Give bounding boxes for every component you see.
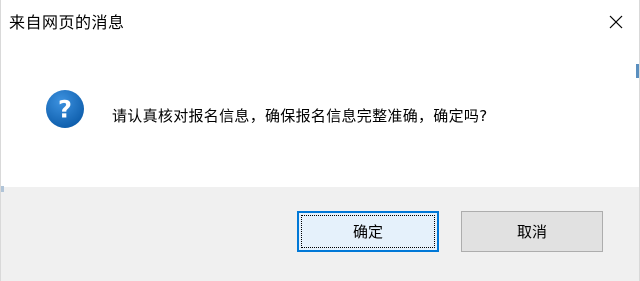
ok-button[interactable]: 确定 <box>297 211 439 252</box>
close-button[interactable] <box>593 0 639 44</box>
cancel-button-label: 取消 <box>516 223 547 241</box>
cancel-button[interactable]: 取消 <box>461 211 603 252</box>
dialog-title: 来自网页的消息 <box>9 13 125 32</box>
question-icon: ? <box>45 89 85 129</box>
button-bar: 确定 取消 <box>1 187 639 281</box>
dialog-body: ? 请认真核对报名信息，确保报名信息完整准确，确定吗? <box>1 44 639 187</box>
window-edge-mark <box>636 64 639 78</box>
message-dialog: 来自网页的消息 ? 请认真核对报名信息，确保报名信息完整准确，确定吗? 确定 取… <box>0 0 640 281</box>
title-bar[interactable]: 来自网页的消息 <box>1 0 639 44</box>
close-icon <box>609 15 623 29</box>
svg-text:?: ? <box>58 96 72 124</box>
focus-ring <box>301 215 435 248</box>
window-edge-mark-left <box>1 186 4 192</box>
message-text: 请认真核对报名信息，确保报名信息完整准确，确定吗? <box>112 107 488 125</box>
